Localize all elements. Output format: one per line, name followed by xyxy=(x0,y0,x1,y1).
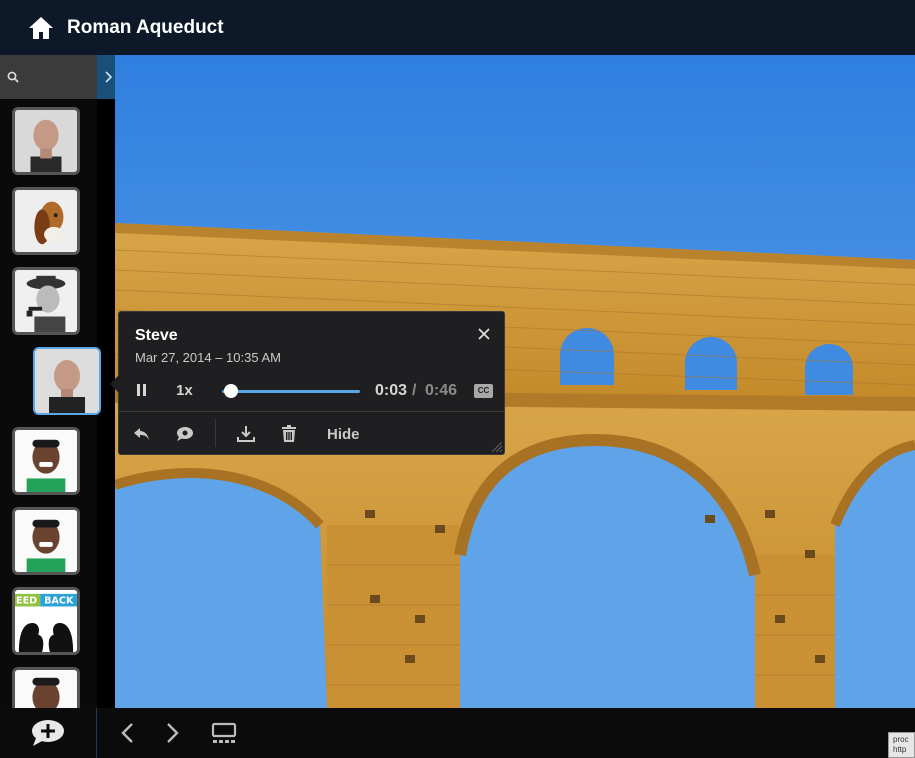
playback-speed-button[interactable]: 1x xyxy=(176,382,193,399)
add-comment-icon xyxy=(32,720,64,746)
audio-progress-handle[interactable] xyxy=(223,384,238,398)
thumbnail-steve[interactable] xyxy=(33,347,101,415)
current-time: 0:03 xyxy=(375,382,408,399)
chevron-right-icon xyxy=(105,71,112,83)
status-tooltip: proc http xyxy=(888,732,915,758)
thumbnail-smiling-man-green-shirt-2[interactable] xyxy=(12,507,80,575)
feedback-logo-text: EED xyxy=(16,596,37,607)
popup-arrow xyxy=(110,375,119,393)
next-button[interactable] xyxy=(160,720,186,746)
time-separator: / xyxy=(412,382,417,399)
total-time: 0:46 xyxy=(425,382,458,399)
reply-icon[interactable] xyxy=(131,423,153,445)
add-comment-button[interactable] xyxy=(0,708,97,758)
thumbnail-smiling-man-green-shirt[interactable] xyxy=(12,427,80,495)
comment-popup: Steve Mar 27, 2014 – 10:35 AM 1x 0:03 / … xyxy=(110,311,505,455)
previous-button[interactable] xyxy=(114,720,140,746)
trash-icon[interactable] xyxy=(278,423,300,445)
hide-button[interactable]: Hide xyxy=(327,426,360,443)
bottom-toolbar xyxy=(0,708,915,758)
thumbnail-man-gray-hair[interactable] xyxy=(12,107,80,175)
comment-date: Mar 27, 2014 – 10:35 AM xyxy=(135,350,281,365)
chevron-right-icon xyxy=(167,723,179,743)
resize-grip-icon[interactable] xyxy=(492,442,502,452)
search-input[interactable] xyxy=(20,63,92,91)
closed-captions-button[interactable]: CC xyxy=(474,384,493,398)
thumbnail-smiling-man-partial[interactable] xyxy=(12,667,80,708)
close-icon[interactable] xyxy=(474,324,494,344)
app-root: Roman Aqueduct EED BACK Steve Mar 27, 20… xyxy=(0,0,915,758)
svg-text:BACK: BACK xyxy=(44,596,74,607)
search-icon xyxy=(7,71,19,83)
slides-overview-button[interactable] xyxy=(210,720,238,746)
comment-icon[interactable] xyxy=(174,423,196,445)
home-icon[interactable] xyxy=(26,13,56,43)
comment-author: Steve xyxy=(135,327,178,344)
popup-divider xyxy=(119,411,504,412)
audio-progress-track[interactable] xyxy=(222,390,360,393)
thumbnail-man-with-pipe[interactable] xyxy=(12,267,80,335)
thumbnail-feedback-logo[interactable]: EED BACK xyxy=(12,587,80,655)
thumbnail-basset-hound[interactable] xyxy=(12,187,80,255)
header-bar: Roman Aqueduct xyxy=(0,0,915,55)
download-icon[interactable] xyxy=(235,423,257,445)
pause-icon[interactable] xyxy=(133,380,151,400)
chevron-left-icon xyxy=(121,723,133,743)
page-title: Roman Aqueduct xyxy=(67,16,224,38)
toolbar-separator xyxy=(215,419,216,447)
slides-icon xyxy=(211,722,237,743)
